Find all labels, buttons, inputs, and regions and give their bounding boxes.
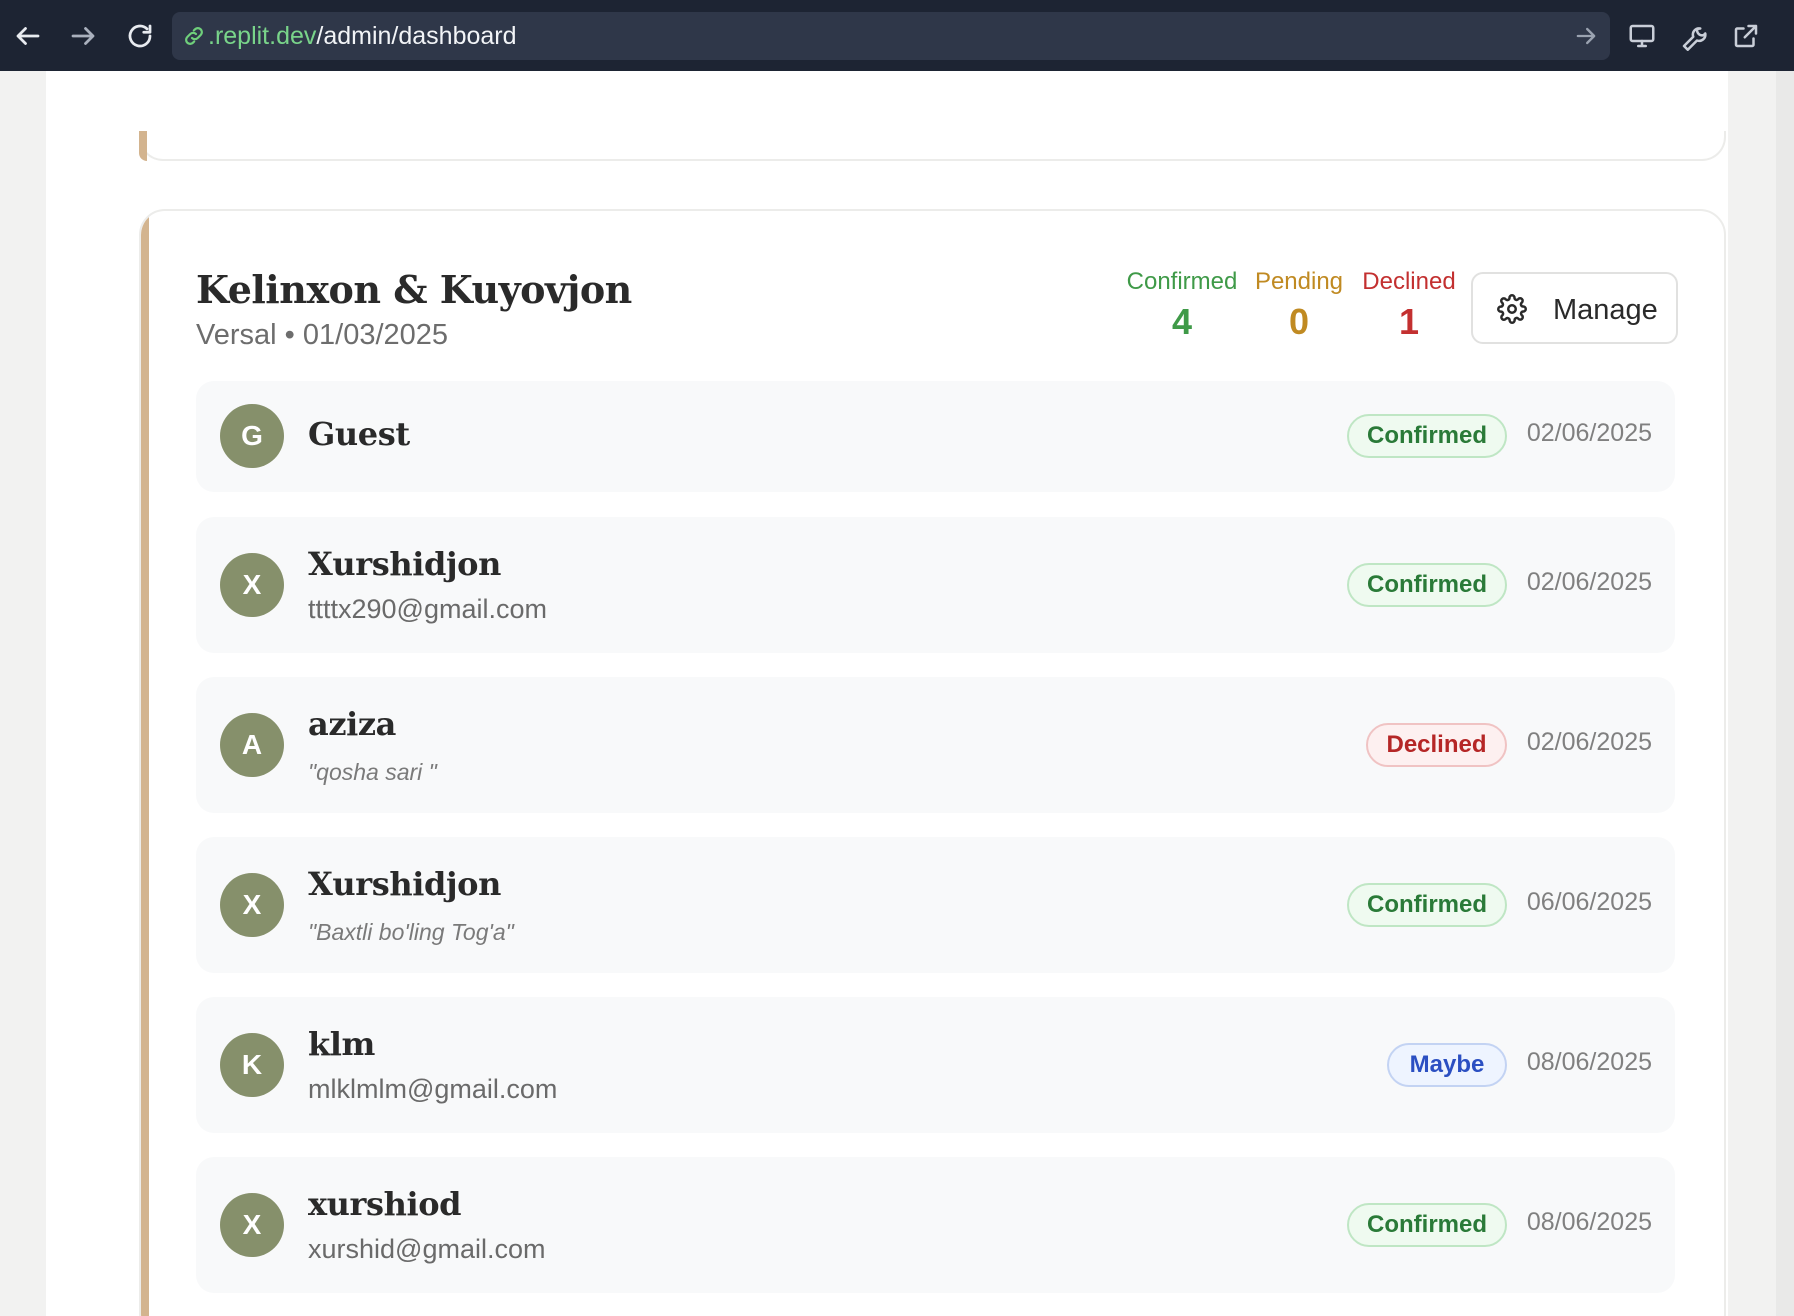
monitor-icon[interactable] bbox=[1620, 14, 1664, 58]
guest-row[interactable]: A aziza "qosha sari " Declined 02/06/202… bbox=[196, 677, 1675, 813]
guest-name: Guest bbox=[308, 415, 410, 453]
guest-name: Xurshidjon bbox=[308, 865, 501, 903]
status-badge: Confirmed bbox=[1347, 563, 1507, 607]
manage-button[interactable]: Manage bbox=[1471, 272, 1678, 344]
url-path: /admin/dashboard bbox=[316, 22, 517, 50]
back-arrow-icon[interactable] bbox=[6, 14, 50, 58]
stat-declined: Declined 1 bbox=[1349, 267, 1469, 347]
avatar: X bbox=[220, 873, 284, 937]
avatar: X bbox=[220, 553, 284, 617]
stat-pending-value: 0 bbox=[1288, 301, 1310, 342]
stat-pending: Pending 0 bbox=[1239, 267, 1359, 347]
event-venue: Versal bbox=[196, 319, 277, 351]
guest-row[interactable]: K klm mlklmlm@gmail.com Maybe 08/06/2025 bbox=[196, 997, 1675, 1133]
status-badge: Confirmed bbox=[1347, 1203, 1507, 1247]
response-date: 08/06/2025 bbox=[1526, 1208, 1652, 1236]
gear-icon bbox=[1497, 294, 1527, 324]
event-date: 01/03/2025 bbox=[302, 319, 449, 351]
response-date: 06/06/2025 bbox=[1526, 888, 1652, 916]
url-host: .replit.dev bbox=[208, 22, 317, 50]
avatar: G bbox=[220, 404, 284, 468]
go-arrow-icon[interactable] bbox=[1572, 22, 1600, 50]
event-subtitle: Versal • 01/03/2025 bbox=[196, 319, 448, 352]
guest-row[interactable]: X Xurshidjon "Baxtli bo'ling Tog'a" Conf… bbox=[196, 837, 1675, 973]
guest-email: ttttx290@gmail.com bbox=[308, 594, 547, 624]
response-date: 02/06/2025 bbox=[1526, 728, 1652, 756]
event-title: Kelinxon & Kuyovjon bbox=[196, 267, 632, 312]
wrench-icon[interactable] bbox=[1672, 14, 1716, 58]
external-link-icon[interactable] bbox=[1724, 14, 1768, 58]
stat-declined-label: Declined bbox=[1362, 268, 1456, 295]
guest-row[interactable]: G Guest Confirmed 02/06/2025 bbox=[196, 381, 1675, 492]
stat-confirmed-value: 4 bbox=[1171, 301, 1193, 342]
reload-icon[interactable] bbox=[118, 14, 162, 58]
status-badge: Confirmed bbox=[1347, 883, 1507, 927]
card-accent-bar bbox=[141, 211, 149, 1316]
event-card: Kelinxon & Kuyovjon Versal • 01/03/2025 … bbox=[139, 209, 1726, 1316]
stat-confirmed-label: Confirmed bbox=[1126, 268, 1238, 295]
guest-email: mlklmlm@gmail.com bbox=[308, 1074, 558, 1104]
avatar: K bbox=[220, 1033, 284, 1097]
guest-note: "Baxtli bo'ling Tog'a" bbox=[308, 919, 514, 945]
response-date: 02/06/2025 bbox=[1526, 568, 1652, 596]
guest-row[interactable]: X Xurshidjon ttttx290@gmail.com Confirme… bbox=[196, 517, 1675, 653]
response-date: 08/06/2025 bbox=[1526, 1048, 1652, 1076]
guest-name: xurshiod bbox=[308, 1185, 462, 1223]
address-bar[interactable]: .replit.dev/admin/dashboard bbox=[172, 12, 1610, 60]
forward-arrow-icon[interactable] bbox=[61, 14, 105, 58]
guest-row[interactable]: X xurshiod xurshid@gmail.com Confirmed 0… bbox=[196, 1157, 1675, 1293]
url-text: .replit.dev/admin/dashboard bbox=[208, 22, 517, 50]
stat-declined-value: 1 bbox=[1398, 301, 1420, 342]
manage-label: Manage bbox=[1553, 294, 1658, 326]
dashboard-panel: Kelinxon & Kuyovjon Versal • 01/03/2025 … bbox=[46, 71, 1728, 1316]
avatar: A bbox=[220, 713, 284, 777]
separator-dot: • bbox=[284, 319, 295, 351]
status-badge: Confirmed bbox=[1347, 414, 1507, 458]
stat-pending-label: Pending bbox=[1254, 268, 1344, 295]
guest-name: Xurshidjon bbox=[308, 545, 501, 583]
link-icon bbox=[182, 24, 206, 48]
guest-note: "qosha sari " bbox=[308, 759, 437, 785]
avatar: X bbox=[220, 1193, 284, 1257]
guest-name: aziza bbox=[308, 705, 396, 743]
stat-confirmed: Confirmed 4 bbox=[1107, 267, 1257, 347]
previous-event-card bbox=[139, 131, 1726, 161]
scrollbar-track[interactable] bbox=[1776, 71, 1794, 1316]
status-badge: Maybe bbox=[1387, 1043, 1507, 1087]
guest-email: xurshid@gmail.com bbox=[308, 1234, 546, 1264]
response-date: 02/06/2025 bbox=[1526, 419, 1652, 447]
status-badge: Declined bbox=[1366, 723, 1507, 767]
guest-name: klm bbox=[308, 1025, 375, 1063]
browser-toolbar: .replit.dev/admin/dashboard bbox=[0, 0, 1794, 71]
